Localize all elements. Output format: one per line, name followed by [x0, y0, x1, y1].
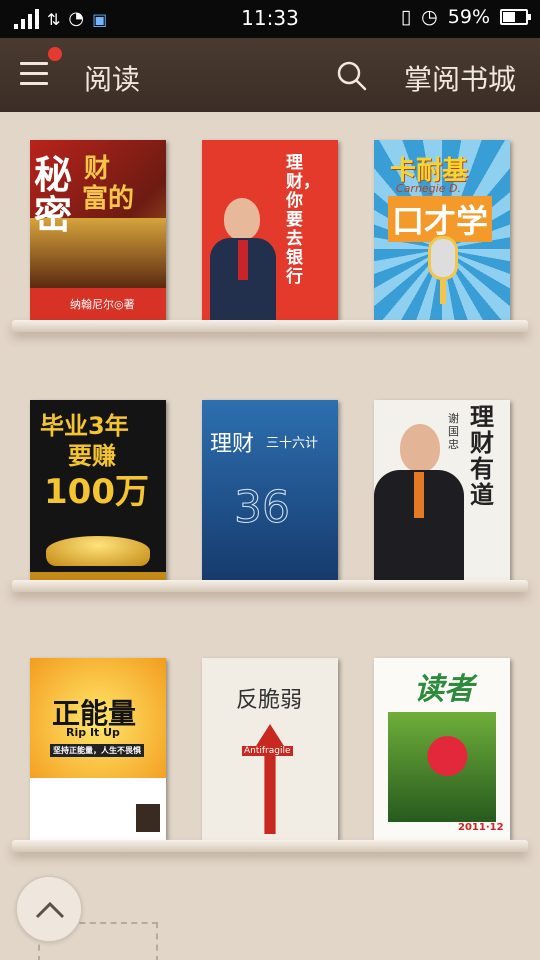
battery-icon — [500, 9, 531, 25]
book-cover[interactable]: 理财 三十六计 36 — [202, 400, 338, 582]
bookshelf — [12, 840, 528, 852]
status-bar: ⇅ ◔ ▣ 11:33 ▯ ◷ 59% — [0, 0, 540, 38]
book-cover[interactable]: 毕业3年 要赚 100万 — [30, 400, 166, 582]
book-cover[interactable]: 理财，你要去银行 — [202, 140, 338, 322]
author-photo — [210, 198, 276, 322]
book-title: 富的 — [82, 184, 135, 214]
book-subtitle: Carnegie D. — [396, 182, 461, 195]
arrow-graphic — [256, 724, 284, 834]
book-cover[interactable]: 卡耐基 Carnegie D. 口才学 — [374, 140, 510, 322]
issue-date: 2011·12 — [458, 822, 504, 833]
menu-icon[interactable] — [20, 62, 48, 86]
book-cover[interactable]: 理财有道 谢国忠 — [374, 400, 510, 582]
store-link[interactable]: 掌阅书城 — [404, 58, 516, 98]
book-cover[interactable]: 读者 2011·12 — [374, 658, 510, 840]
microphone-icon — [428, 236, 458, 280]
author-photo — [136, 804, 160, 832]
gold-ingots — [46, 536, 150, 566]
book-cover[interactable]: 正能量 Rip It Up 坚持正能量，人生不畏惧 — [30, 658, 166, 840]
book-emblem: 36 — [234, 482, 291, 534]
notification-dot — [48, 47, 62, 61]
book-title: 密 — [34, 193, 73, 237]
back-to-top-button[interactable] — [16, 876, 82, 942]
search-icon[interactable] — [336, 60, 368, 92]
status-right: ▯ ◷ 59% — [400, 6, 531, 28]
book-subtitle: Antifragile — [242, 746, 293, 756]
book-title: 100万 — [44, 472, 149, 512]
book-subtitle: 三十六计 — [266, 436, 319, 451]
book-author: 纳翰尼尔◎著 — [70, 298, 135, 311]
book-title: 理财有道 — [470, 403, 494, 509]
book-cover[interactable]: 财 富的 秘 密 纳翰尼尔◎著 — [30, 140, 166, 322]
book-title: 理财 — [210, 432, 255, 457]
chevron-up-icon — [35, 901, 65, 919]
microphone-stand — [440, 280, 446, 304]
page-title: 阅读 — [84, 63, 141, 96]
bookshelf — [12, 580, 528, 592]
alarm-icon: ◷ — [421, 6, 438, 28]
book-title: 读者 — [414, 672, 474, 707]
book-title: 反脆弱 — [236, 688, 303, 713]
battery-percent: 59% — [447, 6, 490, 28]
book-tagline: 坚持正能量，人生不畏惧 — [50, 744, 144, 757]
bookshelf — [12, 320, 528, 332]
flower-photo — [388, 712, 496, 822]
book-cover[interactable]: 反脆弱 Antifragile — [202, 658, 338, 840]
author-photo — [374, 424, 464, 582]
vibrate-icon: ▯ — [400, 6, 412, 28]
book-subtitle: Rip It Up — [66, 726, 120, 739]
book-title: 理财，你要去银行 — [286, 153, 320, 287]
app-header: 阅读 掌阅书城 — [0, 38, 540, 112]
